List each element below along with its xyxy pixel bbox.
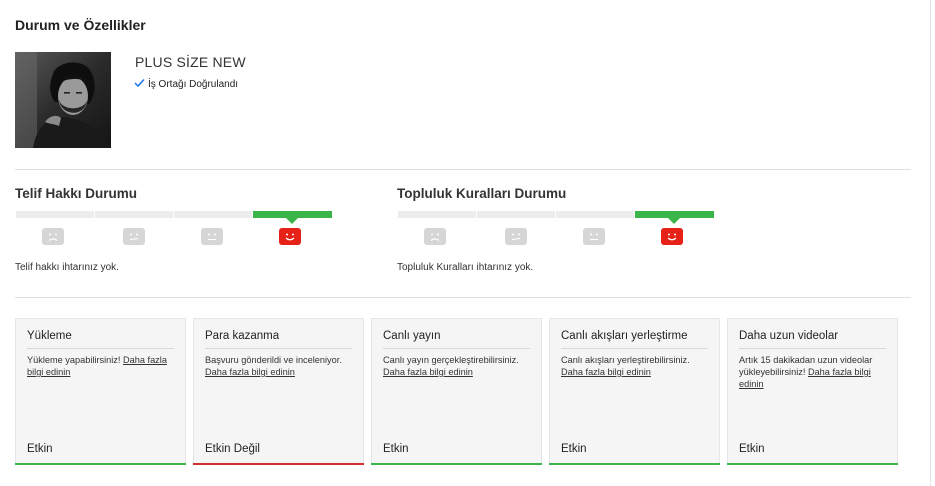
confused-face-icon [123, 228, 145, 245]
copyright-strike-bar [16, 211, 332, 224]
feature-card-upload: Yükleme Yükleme yapabilirsiniz! Daha faz… [15, 318, 186, 465]
community-strike-bar [398, 211, 714, 224]
learn-more-link[interactable]: Daha fazla bilgi edinin [561, 367, 651, 377]
copyright-status-title: Telif Hakkı Durumu [15, 186, 138, 201]
strike-segment-current [635, 211, 714, 224]
feature-title: Daha uzun videolar [739, 330, 839, 342]
feature-description-text: Canlı akışları yerleştirebilirsiniz. [561, 355, 690, 365]
card-divider [739, 348, 886, 349]
right-border [930, 0, 931, 486]
learn-more-link[interactable]: Daha fazla bilgi edinin [383, 367, 473, 377]
feature-status: Etkin [27, 443, 53, 455]
feature-description: Artık 15 dakikadan uzun videolar yükleye… [739, 354, 888, 390]
card-divider [205, 348, 352, 349]
strike-segment [174, 211, 253, 218]
confused-face-icon [505, 228, 527, 245]
neutral-face-icon [201, 228, 223, 245]
feature-description-text: Yükleme yapabilirsiniz! [27, 355, 123, 365]
community-faces [424, 228, 683, 245]
card-divider [27, 348, 174, 349]
strike-segment-current [253, 211, 332, 224]
channel-name: PLUS SİZE NEW [135, 54, 246, 70]
sad-face-icon [424, 228, 446, 245]
feature-status: Etkin [561, 443, 587, 455]
card-divider [561, 348, 708, 349]
feature-title: Para kazanma [205, 330, 280, 342]
sad-face-icon [42, 228, 64, 245]
feature-card-monetization: Para kazanma Başvuru gönderildi ve incel… [193, 318, 364, 465]
feature-description: Başvuru gönderildi ve inceleniyor. Daha … [205, 354, 354, 378]
feature-title: Canlı akışları yerleştirme [561, 330, 688, 342]
divider [15, 297, 911, 298]
happy-face-icon [279, 228, 301, 245]
status-bar-enabled [15, 463, 186, 465]
feature-title: Yükleme [27, 330, 72, 342]
community-status-title: Topluluk Kuralları Durumu [397, 186, 567, 201]
status-bar-enabled [727, 463, 898, 465]
feature-card-embed-live: Canlı akışları yerleştirme Canlı akışlar… [549, 318, 720, 465]
card-divider [383, 348, 530, 349]
feature-status: Etkin [739, 443, 765, 455]
feature-description: Canlı yayın gerçekleştirebilirsiniz. Dah… [383, 354, 532, 378]
page-title: Durum ve Özellikler [15, 17, 146, 33]
feature-description: Canlı akışları yerleştirebilirsiniz. Dah… [561, 354, 710, 378]
learn-more-link[interactable]: Daha fazla bilgi edinin [205, 367, 295, 377]
strike-segment [477, 211, 556, 218]
copyright-status-text: Telif hakkı ihtarınız yok. [15, 262, 119, 273]
strike-segment [398, 211, 477, 218]
feature-card-live-streaming: Canlı yayın Canlı yayın gerçekleştirebil… [371, 318, 542, 465]
copyright-faces [42, 228, 301, 245]
strike-segment [95, 211, 174, 218]
feature-description-text: Canlı yayın gerçekleştirebilirsiniz. [383, 355, 519, 365]
neutral-face-icon [583, 228, 605, 245]
check-icon [134, 78, 145, 90]
verified-label: İş Ortağı Doğrulandı [148, 78, 239, 90]
strike-segment [556, 211, 635, 218]
strike-segment [16, 211, 95, 218]
feature-description: Yükleme yapabilirsiniz! Daha fazla bilgi… [27, 354, 176, 378]
feature-card-longer-videos: Daha uzun videolar Artık 15 dakikadan uz… [727, 318, 898, 465]
feature-status: Etkin Değil [205, 443, 260, 455]
status-bar-enabled [371, 463, 542, 465]
feature-title: Canlı yayın [383, 330, 441, 342]
community-status-text: Topluluk Kuralları ihtarınız yok. [397, 262, 534, 273]
happy-face-icon [661, 228, 683, 245]
divider [15, 169, 911, 170]
feature-description-text: Başvuru gönderildi ve inceleniyor. [205, 355, 342, 365]
status-bar-enabled [549, 463, 720, 465]
avatar[interactable] [15, 52, 111, 148]
verified-badge: İş Ortağı Doğrulandı [134, 78, 238, 90]
feature-status: Etkin [383, 443, 409, 455]
status-bar-disabled [193, 463, 364, 465]
